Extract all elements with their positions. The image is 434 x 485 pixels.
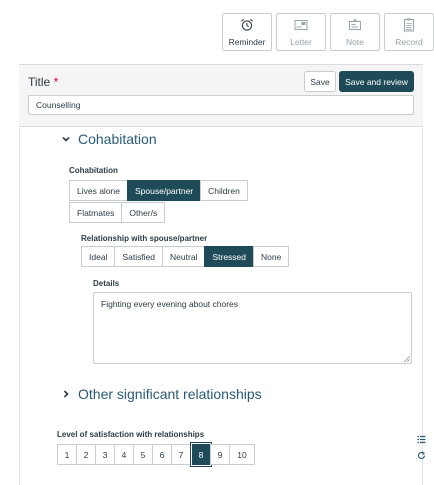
satisfaction-option-7[interactable]: 7 [171,444,191,465]
satisfaction-option-6[interactable]: 6 [152,444,172,465]
save-button[interactable]: Save [304,71,336,92]
record-type-toolbar: Reminder Letter Note Record [222,13,434,51]
record-label: Record [395,37,423,47]
list-icon[interactable] [417,435,426,444]
cohabitation-options-row2: Flatmates Other/s [69,202,166,223]
satisfaction-option-10[interactable]: 10 [229,444,255,465]
satisfaction-option-5[interactable]: 5 [133,444,153,465]
title-label-text: Title [28,75,51,89]
note-icon [349,18,361,30]
chevron-down-icon [62,136,70,142]
letter-button[interactable]: Letter [276,13,326,51]
form-content: Cohabitation Cohabitation Lives alone Sp… [19,128,423,485]
letter-icon [294,20,308,30]
other-relationships-section-toggle[interactable]: Other significant relationships [61,386,262,402]
option-spouse-partner[interactable]: Spouse/partner [127,180,202,201]
satisfaction-label: Level of satisfaction with relationships [57,430,205,439]
cohabitation-options-row1: Lives alone Spouse/partner Children [69,180,248,201]
satisfaction-option-8[interactable]: 8 [190,442,212,467]
satisfaction-option-2[interactable]: 2 [76,444,96,465]
cohabitation-section-title: Cohabitation [78,131,157,147]
option-none[interactable]: None [253,246,290,267]
option-others[interactable]: Other/s [121,202,166,223]
record-icon [404,18,414,32]
option-ideal[interactable]: Ideal [81,246,116,267]
relationship-label: Relationship with spouse/partner [81,234,208,243]
reminder-button[interactable]: Reminder [222,13,272,51]
title-bar: Title * Save Save and review [19,64,423,127]
satisfaction-option-3[interactable]: 3 [95,444,115,465]
record-button[interactable]: Record [384,13,434,51]
details-label: Details [93,279,120,288]
option-stressed[interactable]: Stressed [204,246,254,267]
option-flatmates[interactable]: Flatmates [69,202,123,223]
title-label: Title * [28,75,58,89]
note-label: Note [346,37,364,47]
satisfaction-option-9[interactable]: 9 [210,444,230,465]
letter-label: Letter [290,37,312,47]
cohabitation-label: Cohabitation [69,166,118,175]
note-button[interactable]: Note [330,13,380,51]
relationship-options: Ideal Satisfied Neutral Stressed None [81,246,290,267]
option-children[interactable]: Children [200,180,248,201]
cohabitation-section-toggle[interactable]: Cohabitation [61,131,157,147]
satisfaction-option-1[interactable]: 1 [57,444,77,465]
option-neutral[interactable]: Neutral [162,246,206,267]
required-marker: * [53,75,59,89]
option-lives-alone[interactable]: Lives alone [69,180,129,201]
title-input[interactable] [28,95,414,115]
alarm-clock-icon [241,18,253,31]
details-text: Fighting every evening about chores [101,299,239,309]
satisfaction-option-4[interactable]: 4 [114,444,134,465]
satisfaction-scale: 1 2 3 4 5 6 7 8 9 10 [57,442,255,467]
reminder-label: Reminder [228,37,266,47]
resize-handle-icon[interactable] [404,356,410,362]
save-and-review-button[interactable]: Save and review [339,71,414,92]
chevron-right-icon [63,390,69,398]
other-relationships-section-title: Other significant relationships [78,386,262,402]
details-textarea[interactable]: Fighting every evening about chores [93,292,412,364]
option-satisfied[interactable]: Satisfied [114,246,164,267]
refresh-icon[interactable] [417,451,426,460]
